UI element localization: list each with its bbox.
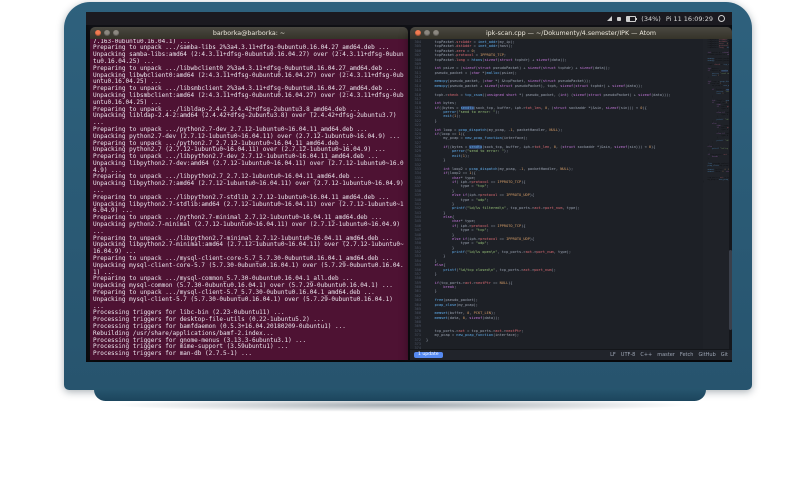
- terminal-line: Unpacking libsmbclient:amd64 (2:4.3.11+d…: [93, 91, 404, 106]
- maximize-button[interactable]: [433, 30, 439, 36]
- terminal-line: Unpacking libwbclient0:amd64 (2:4.3.11+d…: [93, 71, 404, 86]
- minimize-button[interactable]: [424, 30, 430, 36]
- terminal-line: Processing triggers for man-db (2.7.5-1)…: [93, 350, 252, 358]
- terminal-line: Unpacking libpython2.7:amd64 (2.7.12-1ub…: [93, 180, 408, 195]
- minimize-button[interactable]: [104, 30, 110, 36]
- editor-pane[interactable]: 304 305 306 307 308 309 310 311 312 313 314 315 316 3…: [410, 39, 732, 349]
- code-editor[interactable]: tcpPacket.srcAddr = inet_addr(my_ip); tc…: [423, 39, 732, 349]
- clock-label[interactable]: Pi 11 16:09:29: [666, 15, 713, 23]
- status-item-master[interactable]: master: [657, 352, 675, 358]
- status-item-fetch[interactable]: Fetch: [680, 352, 694, 358]
- close-button[interactable]: [415, 30, 421, 36]
- terminal-titlebar[interactable]: barborka@barborka: ~: [90, 27, 408, 39]
- minimap-line: memset(data, 0, sizeof(data));: [707, 170, 729, 173]
- maximize-button[interactable]: [113, 30, 119, 36]
- editor-titlebar[interactable]: ipk-scan.cpp — ~/Dokumenty/4.semester/IP…: [410, 27, 732, 39]
- status-item-utf-8[interactable]: UTF-8: [621, 352, 636, 358]
- editor-title: ipk-scan.cpp — ~/Dokumenty/4.semester/IP…: [485, 29, 657, 37]
- terminal-line: Unpacking python2.7-minimal (2.7.12-1ubu…: [93, 221, 404, 235]
- volume-icon[interactable]: [617, 16, 622, 21]
- terminal-line: Unpacking libpython2.7-dev:amd64 (2.7.12…: [93, 159, 404, 174]
- terminal-line: Unpacking samba-libs:amd64 (2:4.3.11+dfs…: [93, 51, 404, 65]
- minimap-line: tcph->check = tcp_csum((unsigned short *…: [703, 64, 729, 67]
- laptop-base: [94, 388, 706, 401]
- vertical-scrollbar[interactable]: [729, 39, 732, 349]
- status-item-c-[interactable]: C++: [640, 352, 652, 358]
- terminal-body[interactable]: Preparing to unpack .../chromium-browser…: [90, 39, 408, 360]
- terminal-title: barborka@barborka: ~: [212, 29, 286, 37]
- minimap-line: my_pcap = new_pcap_function(interface);: [703, 85, 729, 88]
- close-button[interactable]: [95, 30, 101, 36]
- laptop-screen: (34%) Pi 11 16:09:29 barborka@barborka: …: [86, 12, 732, 362]
- minimap[interactable]: tcpPacket.srcAddr = inet_addr(my_ip); tc…: [703, 39, 729, 349]
- terminal-line: Unpacking mysql-client-core-5.7 (5.7.30-…: [93, 261, 404, 276]
- power-icon[interactable]: [718, 15, 725, 22]
- network-icon[interactable]: [607, 16, 613, 21]
- terminal-line: Unpacking libpython2.7-stdlib:amd64 (2.7…: [93, 200, 404, 215]
- top-panel: (34%) Pi 11 16:09:29: [86, 12, 732, 25]
- editor-window: ipk-scan.cpp — ~/Dokumenty/4.semester/IP…: [410, 27, 732, 360]
- minimap-line: memcpy(pseudo_packet + sizeof(struct pse…: [707, 59, 729, 62]
- terminal-line: Unpacking mysql-client-5.7 (5.7.30-0ubun…: [93, 295, 397, 310]
- terminal-line: Unpacking libldap-2.4-2:amd64 (2.4.42+df…: [93, 112, 401, 127]
- status-bar: 1 update LF UTF-8 C++ master Fetch GitHub Git: [410, 349, 732, 360]
- scrollbar-thumb[interactable]: [729, 249, 732, 331]
- battery-label: (34%): [641, 14, 661, 23]
- battery-icon[interactable]: [626, 15, 638, 22]
- minimap-line: pseudo_packet = (char *)malloc(psize);: [703, 53, 729, 56]
- terminal-window: barborka@barborka: ~ Preparing to unpack…: [90, 27, 408, 360]
- status-item-lf[interactable]: LF: [610, 352, 616, 358]
- line-number: 374: [414, 346, 422, 349]
- terminal-line: Unpacking libpython2.7-minimal:amd64 (2.…: [93, 241, 404, 256]
- code-line: tcph->check = tcp_csum((unsigned short *…: [426, 92, 671, 97]
- minimap-line: [703, 186, 729, 188]
- status-item-github[interactable]: GitHub: [698, 352, 715, 358]
- minimap-line: pcap_close(my_pcap);: [707, 164, 729, 167]
- window-buttons: [95, 30, 119, 36]
- update-badge[interactable]: 1 update: [414, 351, 443, 359]
- status-right: LF UTF-8 C++ master Fetch GitHub Git: [610, 352, 728, 358]
- window-buttons: [415, 30, 439, 36]
- status-item-git[interactable]: Git: [721, 352, 728, 358]
- line-number-gutter: 304 305 306 307 308 309 310 311 312 313 314 315 316 3…: [410, 39, 423, 349]
